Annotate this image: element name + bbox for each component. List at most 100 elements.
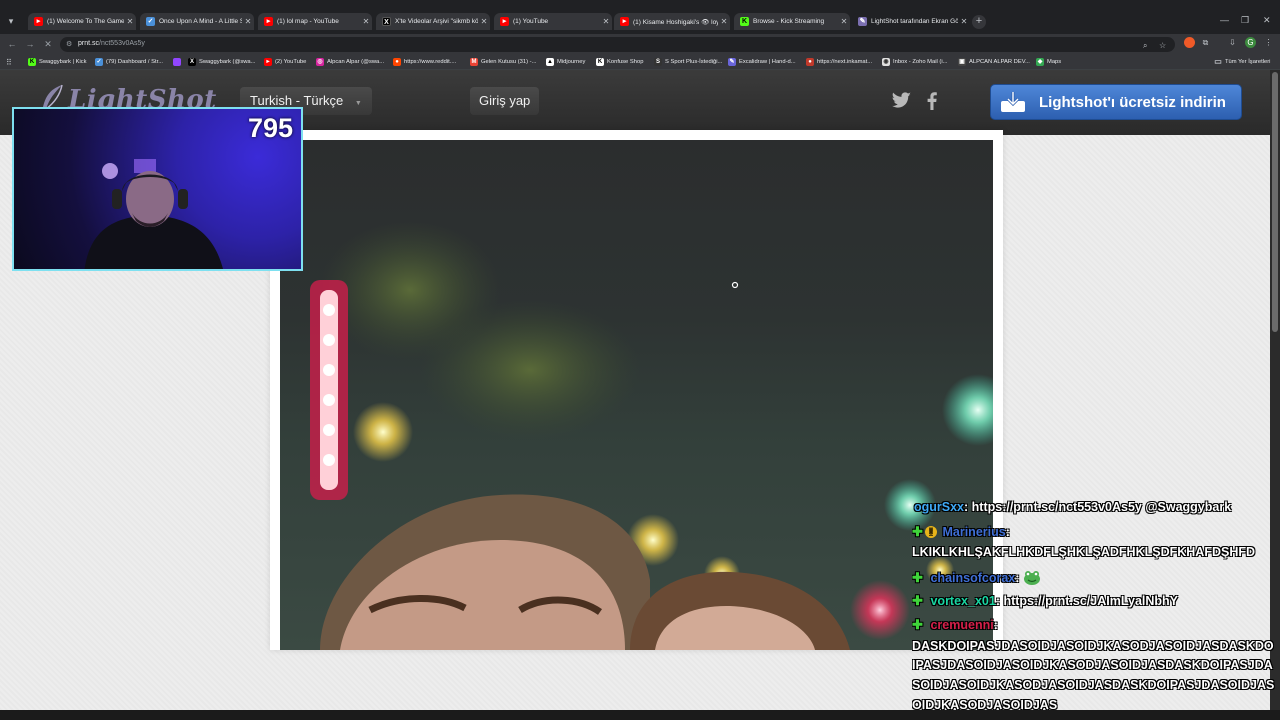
tab-title: Browse - Kick Streaming [753, 18, 825, 25]
downloads-icon[interactable]: ⇩ [1227, 37, 1238, 48]
browser-tab[interactable]: ▸ (1) Welcome To The Game II Of ✕ [28, 13, 136, 30]
download-lightshot-button[interactable]: Lightshot'ı ücretsiz indirin [990, 84, 1242, 120]
bookmark-item[interactable]: ◆ Maps [1036, 57, 1061, 67]
chat-message-continuation: SOIDJASOIDJKASODJASOIDJASDASKDOIPASJDASO… [912, 678, 1274, 692]
bookmark-item[interactable]: ● https://next.inkamat... [806, 57, 872, 67]
chat-text: DASKDOIPASJDASOIDJASOIDJKASODJASOIDJASDA… [912, 639, 1274, 653]
back-arrow-icon[interactable]: ← [5, 37, 19, 51]
chat-message: ✚! Marinerius: [912, 524, 1010, 540]
chat-message-continuation: OIDJKASODJASOIDJAS [912, 698, 1057, 710]
chat-message: ✚ vortex_x01: https://prnt.sc/JAImLyalNb… [912, 593, 1178, 609]
browser-tab-strip: ▾ ▸ (1) Welcome To The Game II Of ✕ ✓ On… [0, 0, 1280, 34]
bookmark-item[interactable]: ▣ ALPCAN ALPAR DEV... [958, 57, 1030, 67]
tab-title: X'te Videolar Arşivi "sikmb köpe [395, 18, 478, 25]
browser-toolbar: ← → ✕ ⚙ prnt.sc /nct553v0As5y ⌕ ☆ [0, 34, 1280, 54]
close-tab-icon[interactable]: ✕ [838, 17, 850, 26]
tab-title: LightShot tarafından Ekran Görü [871, 18, 958, 25]
close-window-icon[interactable]: ✕ [1263, 15, 1271, 26]
close-tab-icon[interactable]: ✕ [958, 17, 970, 26]
url-path: /nct553v0As5y [99, 40, 145, 47]
minimize-icon[interactable]: — [1220, 15, 1229, 25]
download-label: Lightshot'ı ücretsiz indirin [1039, 93, 1226, 111]
close-tab-icon[interactable]: ✕ [718, 17, 730, 26]
browser-tab-active[interactable]: ✎ LightShot tarafından Ekran Görü ✕ [852, 13, 970, 30]
chat-message-continuation: IPASJDASOIDJASOIDJKASODJASOIDJASDASKDOIP… [912, 658, 1273, 672]
browser-tab[interactable]: K Browse - Kick Streaming ✕ [734, 13, 850, 30]
bookmark-item[interactable]: K Konfuse Shop [596, 57, 643, 67]
chat-message-continuation: LKIKLKHLŞAKFLHKDFLŞHKLŞADFHKLŞDFKHAFDŞHF… [912, 545, 1255, 559]
close-tab-icon[interactable]: ✕ [124, 17, 136, 26]
extensions-puzzle-icon[interactable]: ⧉ [1200, 37, 1211, 48]
bookmark-item[interactable]: ▲ Midjourney [546, 57, 585, 67]
coin-badge-icon: ! [925, 526, 937, 538]
browser-tab[interactable]: ▸ (1) lol map - YouTube ✕ [258, 13, 372, 30]
zoho-mail-icon: ◉ [882, 58, 890, 66]
bookmark-item[interactable]: ● https://www.reddit.... [393, 57, 456, 67]
restore-icon[interactable]: ❐ [1241, 15, 1249, 26]
new-tab-plus-icon[interactable]: + [972, 15, 986, 29]
chat-text: OIDJKASODJASOIDJAS [912, 698, 1058, 710]
profile-avatar-icon[interactable]: G [1245, 37, 1256, 48]
kick-icon: K [740, 17, 749, 26]
scrollbar-thumb[interactable] [1272, 72, 1278, 332]
reload-icon[interactable]: ✕ [41, 37, 55, 51]
address-bar[interactable]: ⚙ prnt.sc /nct553v0As5y ⌕ ☆ [60, 37, 1175, 52]
bookmark-item[interactable]: X Swaggybark (@swa... [188, 57, 255, 67]
reddit-icon: ● [393, 58, 401, 66]
close-tab-icon[interactable]: ✕ [478, 17, 490, 26]
more-menu-icon[interactable]: ⋮ [1263, 37, 1274, 48]
twitter-icon[interactable] [889, 88, 913, 112]
apps-grid-icon[interactable]: ⠿ [6, 57, 12, 67]
bookmark-item[interactable]: ✎ Excalidraw | Hand-d... [728, 57, 796, 67]
bookmark-item[interactable]: ◉ Inbox - Zoho Mail (i... [882, 57, 947, 67]
site-info-icon[interactable]: ⚙ [66, 40, 75, 49]
tab-title: (1) YouTube [513, 18, 549, 25]
chat-text: : [1005, 525, 1010, 539]
close-tab-icon[interactable]: ✕ [242, 17, 254, 26]
bookmark-item[interactable]: SS Sport Plus-İstediği... [654, 57, 722, 67]
extension-icon[interactable] [1184, 37, 1195, 48]
twitch-icon [173, 58, 181, 66]
browser-tab[interactable]: ✓ Once Upon A Mind - A Little Sa ✕ [140, 13, 254, 30]
frog-emote-icon [1023, 571, 1040, 585]
login-button[interactable]: Giriş yap [470, 87, 540, 115]
chat-message: ogurSxx: https://prnt.sc/nct553v0As5y @S… [912, 500, 1231, 514]
chat-text: : [1015, 571, 1020, 585]
folder-icon: ▭ [1214, 57, 1222, 66]
bookmark-item[interactable]: K Swaggybark | Kick [28, 57, 87, 67]
night-selfie-photo [310, 220, 993, 650]
chat-message: ✚ cremuenni: [912, 617, 998, 633]
browser-tab[interactable]: ▸ (1) Kisame Hoshigaki's 👁 loyal ✕ [614, 13, 730, 30]
close-tab-icon[interactable]: ✕ [600, 17, 612, 26]
bookmark-star-icon[interactable]: ☆ [1159, 41, 1166, 50]
webcam-overlay: 795 [12, 107, 303, 271]
zoom-search-icon[interactable]: ⌕ [1143, 41, 1147, 51]
chat-message-continuation: DASKDOIPASJDASOIDJASOIDJKASODJASOIDJASDA… [912, 639, 1274, 653]
subscriber-badge-icon: ✚ [912, 593, 923, 608]
browser-tab[interactable]: ▸ (1) YouTube ✕ [494, 13, 612, 30]
close-tab-icon[interactable]: ✕ [360, 17, 372, 26]
all-bookmarks-folder[interactable]: ▭ Tüm Yer İşaretleri [1214, 57, 1270, 67]
screenshot-image[interactable] [280, 140, 993, 650]
instagram-icon: ◎ [316, 58, 324, 66]
bookmark-item[interactable]: ◎ Alpcan Alpar (@swa... [316, 57, 384, 67]
forward-arrow-icon[interactable]: → [23, 37, 37, 51]
bookmark-item[interactable] [173, 57, 184, 67]
bookmark-item[interactable]: M Gelen Kutusu (31) -... [470, 57, 536, 67]
chat-text: SOIDJASOIDJKASODJASOIDJASDASKDOIPASJDASO… [912, 678, 1275, 692]
bookmark-item[interactable]: ✓ (79) Dashboard / Str... [95, 57, 163, 67]
kick-icon: K [28, 58, 36, 66]
youtube-icon: ▸ [620, 17, 629, 26]
tab-search-icon[interactable]: ▾ [4, 14, 18, 28]
inkamat-icon: ● [806, 58, 814, 66]
browser-tab[interactable]: X X'te Videolar Arşivi "sikmb köpe ✕ [376, 13, 490, 30]
chat-text: LKIKLKHLŞAKFLHKDFLŞHKLŞADFHKLŞDFKHAFDŞHF… [912, 545, 1256, 559]
chat-text: : https://prnt.sc/JAImLyalNbhY [995, 594, 1179, 608]
midjourney-icon: ▲ [546, 58, 554, 66]
chat-text: : https://prnt.sc/nct553v0As5y @Swaggyba… [964, 500, 1232, 514]
chat-username: ogurSxx [914, 500, 965, 514]
bookmark-item[interactable]: ▸ (2) YouTube [264, 57, 306, 67]
chat-text: : [993, 618, 998, 632]
ssport-icon: S [654, 58, 662, 66]
facebook-icon[interactable] [920, 88, 944, 112]
